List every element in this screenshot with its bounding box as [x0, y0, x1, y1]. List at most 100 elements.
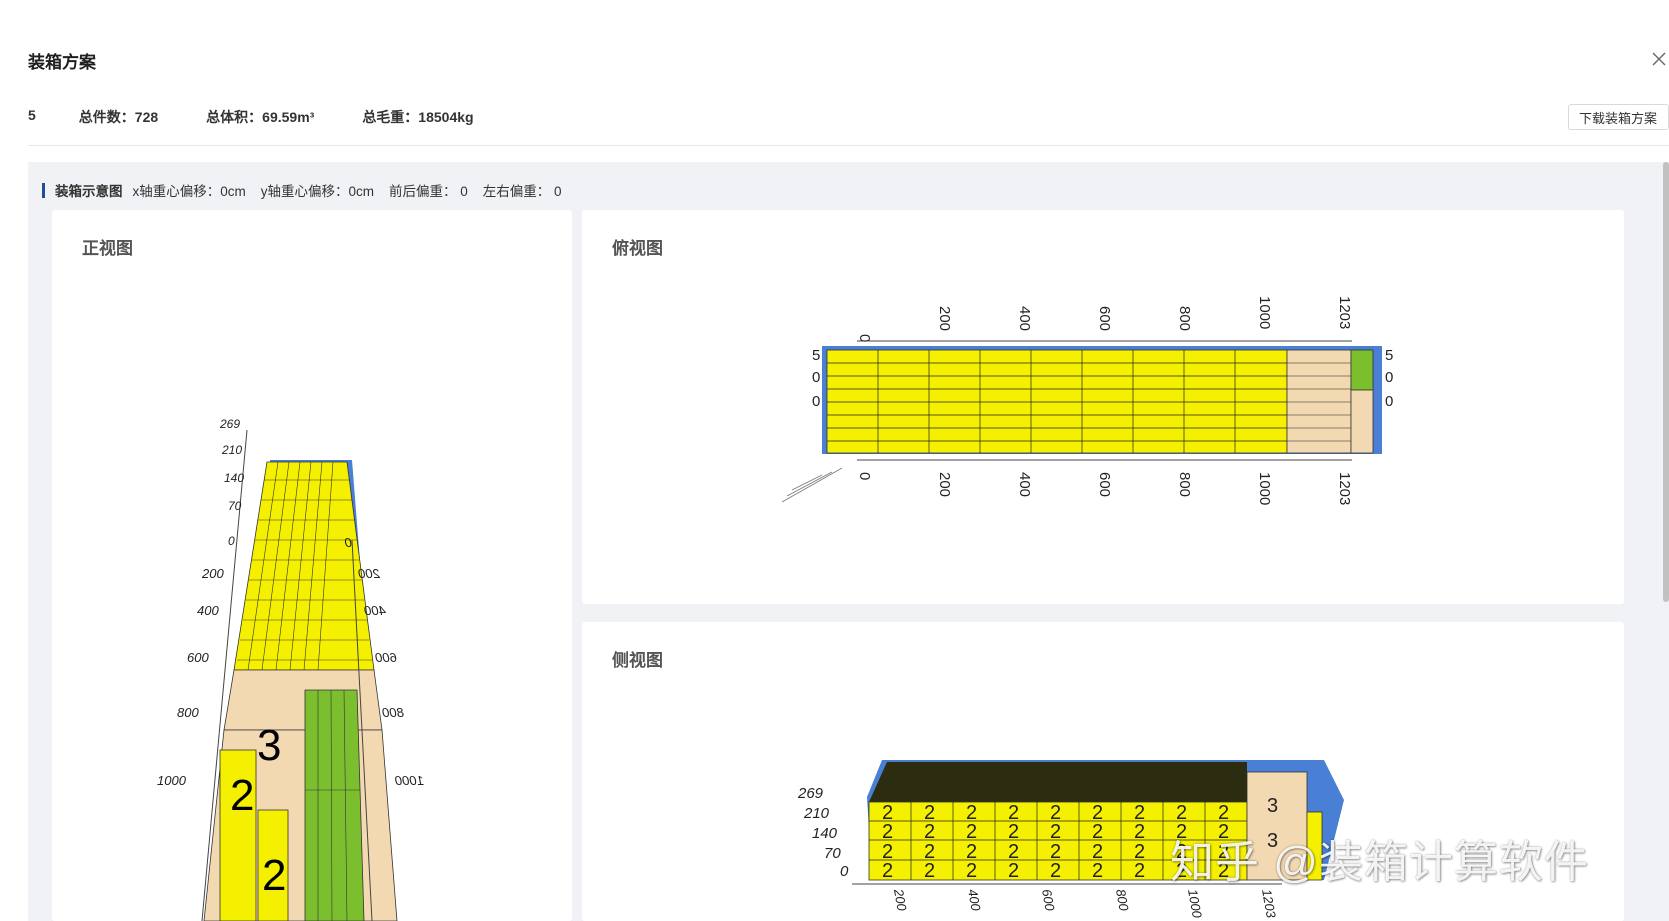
watermark-text: 知乎 @装箱计算软件	[1170, 838, 1589, 887]
svg-text:800: 800	[382, 705, 404, 720]
top-width-ticks-right: 5 0 0	[1385, 347, 1393, 410]
svg-text:200: 200	[201, 566, 224, 581]
dialog-title: 装箱方案	[28, 53, 96, 72]
svg-text:1000: 1000	[1185, 888, 1205, 920]
svg-text:2: 2	[1050, 860, 1061, 882]
svg-text:200: 200	[936, 306, 953, 331]
top-width-ticks-left: 5 0 0	[812, 347, 820, 410]
svg-text:800: 800	[1176, 472, 1193, 497]
top-view-card: 俯视图 0 200 400 600 800 1000 1203 5 0 0 5 …	[582, 210, 1624, 604]
total-items: 总件数：728	[78, 109, 159, 125]
total-weight: 总毛重：18504kg	[362, 109, 474, 125]
svg-text:400: 400	[1016, 306, 1033, 331]
diagram-section-header: 装箱示意图 x轴重心偏移：0cm y轴重心偏移：0cm 前后偏重： 0 左右偏重…	[42, 180, 577, 200]
scrollbar[interactable]	[1663, 162, 1669, 602]
svg-text:5: 5	[812, 347, 820, 364]
svg-text:0: 0	[344, 535, 352, 550]
svg-text:600: 600	[1039, 888, 1058, 913]
svg-text:200: 200	[358, 566, 381, 581]
svg-text:2: 2	[1008, 821, 1019, 843]
svg-text:1203: 1203	[1336, 296, 1353, 329]
svg-text:1203: 1203	[1336, 472, 1353, 505]
left-right-bias-label: 左右偏重： 0	[482, 184, 562, 199]
top-tan-stack	[1286, 349, 1352, 454]
total-volume: 总体积：69.59m³	[206, 109, 315, 125]
box-label-2b: 2	[262, 851, 286, 900]
summary-stats: 5 总件数：728 总体积：69.59m³ 总毛重：18504kg	[28, 107, 474, 127]
svg-text:1000: 1000	[1256, 472, 1273, 505]
top-view-diagram: 0 200 400 600 800 1000 1203 500 500 0 20…	[781, 296, 1393, 505]
svg-text:2: 2	[966, 821, 977, 843]
x-offset-label: x轴重心偏移：0cm	[132, 184, 246, 199]
svg-text:2: 2	[924, 821, 935, 843]
svg-text:2: 2	[1134, 821, 1145, 843]
svg-text:2: 2	[1092, 821, 1103, 843]
box-label-2: 2	[230, 771, 254, 820]
svg-text:0: 0	[812, 393, 820, 410]
svg-text:140: 140	[812, 825, 838, 842]
front-height-ticks: 269 210 140 70 0	[219, 417, 244, 548]
front-view-card: 正视图 2 2 3 269 210 140 70 0 200 400 600 8…	[52, 210, 572, 921]
svg-text:0: 0	[812, 369, 820, 386]
svg-text:600: 600	[187, 650, 209, 665]
svg-text:0: 0	[1385, 369, 1393, 386]
packing-plan-dialog: 装箱方案 5 总件数：728 总体积：69.59m³ 总毛重：18504kg 下…	[0, 0, 1669, 921]
svg-text:0: 0	[840, 863, 849, 880]
front-view-diagram: 2 2 3 269 210 140 70 0 200 400 600 800 1000 0 20…	[157, 417, 424, 921]
top-length-ticks-top: 0 200 400 600 800 1000 1203	[856, 296, 1353, 342]
svg-text:3: 3	[1267, 795, 1278, 817]
svg-text:2: 2	[882, 860, 893, 882]
svg-text:200: 200	[936, 472, 953, 497]
svg-text:400: 400	[197, 603, 219, 618]
front-length-ticks-left: 200 400 600 800 1000	[157, 566, 224, 788]
svg-text:0: 0	[856, 472, 873, 480]
svg-text:2: 2	[1008, 860, 1019, 882]
svg-text:70: 70	[824, 845, 841, 862]
side-length-ticks: 200 400 600 800 1000 1203	[891, 887, 1279, 920]
top-yellow-stack	[826, 349, 1288, 454]
box-label-3: 3	[257, 721, 281, 770]
section-accent-bar	[42, 182, 45, 198]
svg-text:600: 600	[375, 650, 397, 665]
svg-text:2: 2	[1134, 860, 1145, 882]
svg-text:2: 2	[924, 860, 935, 882]
svg-text:800: 800	[177, 705, 199, 720]
close-icon[interactable]	[1650, 50, 1668, 68]
top-green-stack	[1350, 349, 1374, 391]
green-stack	[304, 689, 365, 921]
svg-text:600: 600	[1096, 306, 1113, 331]
top-length-ticks-bottom: 0 200 400 600 800 1000 1203	[856, 472, 1353, 505]
svg-text:200: 200	[891, 887, 910, 913]
svg-text:210: 210	[221, 443, 242, 457]
y-offset-label: y轴重心偏移：0cm	[260, 184, 375, 199]
front-back-bias-label: 前后偏重： 0	[389, 184, 468, 199]
svg-text:2: 2	[1050, 821, 1061, 843]
side-height-ticks: 269 210 140 700	[797, 785, 849, 880]
side-top-face	[869, 762, 1247, 802]
svg-text:5: 5	[1385, 347, 1393, 364]
svg-text:0: 0	[1385, 393, 1393, 410]
svg-text:269: 269	[797, 785, 824, 802]
svg-text:600: 600	[1096, 472, 1113, 497]
svg-text:0: 0	[228, 534, 235, 548]
section-title: 装箱示意图	[55, 184, 123, 199]
top-perspective-lines	[781, 467, 843, 503]
download-plan-button[interactable]: 下载装箱方案	[1568, 104, 1669, 130]
svg-text:400: 400	[965, 888, 984, 913]
plan-index: 5	[28, 107, 36, 123]
svg-text:1000: 1000	[1256, 296, 1273, 329]
svg-text:400: 400	[1016, 472, 1033, 497]
svg-text:1000: 1000	[394, 773, 424, 788]
svg-text:70: 70	[228, 499, 242, 513]
divider	[28, 145, 1669, 146]
svg-text:1000: 1000	[157, 773, 187, 788]
svg-text:210: 210	[803, 805, 830, 822]
svg-text:2: 2	[1092, 860, 1103, 882]
svg-text:269: 269	[219, 417, 240, 431]
svg-text:1203: 1203	[1259, 888, 1279, 920]
svg-text:2: 2	[966, 860, 977, 882]
top-tan-end	[1350, 389, 1374, 454]
svg-text:800: 800	[1176, 306, 1193, 331]
svg-text:400: 400	[364, 603, 386, 618]
svg-text:2: 2	[882, 821, 893, 843]
